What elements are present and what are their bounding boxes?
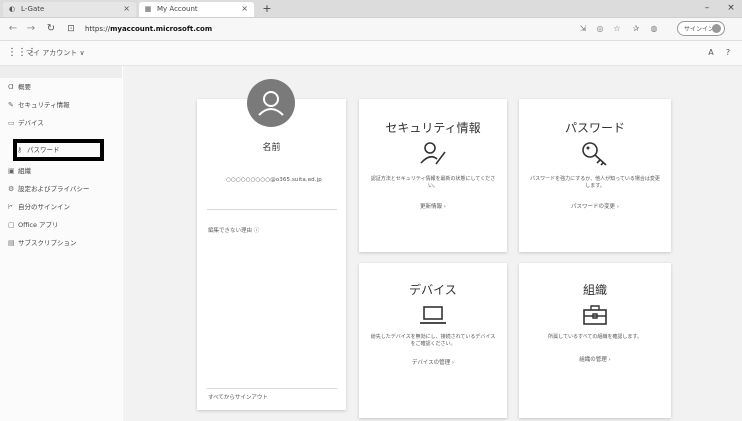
read-aloud-icon[interactable]: ⇲	[577, 22, 589, 36]
l-gate-favicon-icon: ◐	[8, 5, 16, 13]
url-host: myaccount.microsoft.com	[110, 25, 213, 33]
browser-tab-strip: ◐ L-Gate × ▦ My Account × + – ×	[0, 0, 742, 18]
tile-description: 認証方法とセキュリティ情報を最新の状態にしてください。	[370, 176, 496, 189]
sidebar-item-label: 概要	[18, 83, 31, 91]
minimize-button[interactable]: –	[698, 1, 716, 15]
avatar[interactable]	[247, 79, 295, 127]
change-password-link[interactable]: パスワードの変更 ›	[519, 202, 671, 210]
sidebar-item-label: サブスクリプション	[18, 239, 77, 247]
signin-icon: ꔵ	[8, 203, 13, 211]
profile-label: サインイン	[684, 26, 715, 33]
manage-devices-link[interactable]: デバイスの管理 ›	[359, 358, 507, 366]
sidebar-item-label: セキュリティ情報	[18, 101, 70, 109]
signout-everywhere-link[interactable]: すべてからサインアウト	[208, 393, 268, 401]
sidebar-item-overview[interactable]: Ɑ 概要	[8, 80, 120, 94]
tab-close-icon[interactable]: ×	[123, 2, 130, 16]
tile-title: 組織	[582, 283, 607, 297]
collections-icon[interactable]: ◍	[648, 22, 660, 36]
profile-divider	[207, 209, 337, 210]
favorites-icon[interactable]: ✰	[630, 22, 642, 36]
lock-icon: ⊡	[67, 24, 75, 34]
refresh-button[interactable]: ↻	[44, 21, 58, 37]
profile-email: ○○○○○○○○○@o365.suita.ed.jp	[226, 177, 322, 183]
tile-title: セキュリティ情報	[385, 121, 481, 135]
sidebar-item-office-apps[interactable]: ▢ Office アプリ	[8, 218, 120, 232]
profile-divider	[207, 388, 337, 389]
password-tile: パスワード パスワードを強力にするか、他人が知っている場合は変更します。 パスワ…	[519, 99, 671, 252]
sidebar-item-label: 設定およびプライバシー	[18, 185, 90, 193]
laptop-icon	[359, 304, 507, 326]
sidebar-item-security-info[interactable]: ✎ セキュリティ情報	[8, 98, 120, 112]
reader-icon[interactable]: ◎	[594, 22, 606, 36]
manage-organizations-link[interactable]: 組織の管理 ›	[519, 355, 671, 363]
address-bar: ← → ↻ ⊡ https://myaccount.microsoft.com …	[0, 18, 742, 41]
security-update-link[interactable]: 更新情報 ›	[359, 202, 507, 210]
gear-icon: ⚙	[8, 185, 15, 193]
forward-button[interactable]: →	[24, 21, 38, 37]
sidebar-item-label: 自分のサインイン	[18, 203, 70, 211]
security-info-tile: セキュリティ情報 認証方法とセキュリティ情報を最新の状態にしてください。 更新情…	[359, 99, 507, 252]
window-close-button[interactable]: ×	[722, 1, 740, 15]
sidebar-item-devices[interactable]: ▭ デバイス	[8, 116, 120, 130]
tile-title: デバイス	[409, 283, 457, 297]
tab-my-account[interactable]: ▦ My Account ×	[139, 2, 254, 17]
key-icon	[519, 140, 671, 166]
app-header: ⋮⋮⋮ マイ アカウント ∨ A ?	[0, 41, 742, 66]
tab-l-gate[interactable]: ◐ L-Gate ×	[3, 2, 136, 17]
profile-avatar-icon	[712, 24, 721, 33]
tab-title: My Account	[157, 5, 198, 13]
profile-button[interactable]: サインイン	[677, 21, 725, 36]
sidebar-item-label: デバイス	[18, 119, 44, 127]
url-prefix: https://	[85, 25, 111, 33]
sidebar-item-label: Office アプリ	[18, 221, 59, 229]
app-launcher-icon[interactable]: ⋮⋮⋮	[7, 47, 37, 59]
person-icon: Ɑ	[8, 83, 14, 91]
sidebar-item-label: 組織	[18, 167, 31, 175]
tile-description: 紛失したデバイスを無効にし、接続されているデバイスをご確認ください。	[370, 334, 496, 347]
new-tab-button[interactable]: +	[260, 2, 274, 16]
devices-tile: デバイス 紛失したデバイスを無効にし、接続されているデバイスをご確認ください。 …	[359, 263, 507, 418]
security-icon: ✎	[8, 101, 14, 109]
sidebar-item-settings-privacy[interactable]: ⚙ 設定およびプライバシー	[8, 182, 120, 196]
tile-title: パスワード	[564, 121, 625, 135]
organization-tile: 組織 所属しているすべての組織を確認します。 組織の管理 ›	[519, 263, 671, 418]
sidebar-item-organization[interactable]: ▣ 組織	[8, 164, 120, 178]
sidebar-item-subscriptions[interactable]: ▤ サブスクリプション	[8, 236, 120, 250]
profile-name: 名前	[262, 143, 281, 153]
password-highlight-box	[13, 139, 104, 161]
briefcase-icon: ▣	[8, 167, 15, 175]
back-button[interactable]: ←	[6, 21, 20, 37]
tab-close-icon[interactable]: ×	[241, 2, 248, 16]
security-person-icon	[359, 140, 507, 166]
cannot-edit-note[interactable]: 編集できない理由 ⓘ	[208, 226, 259, 234]
subscription-icon: ▤	[8, 239, 15, 247]
tile-description: パスワードを強力にするか、他人が知っている場合は変更します。	[530, 176, 660, 189]
briefcase-icon	[519, 304, 671, 326]
microsoft-favicon-icon: ▦	[144, 5, 152, 13]
device-icon: ▭	[8, 119, 15, 127]
favorite-star-icon[interactable]: ☆	[611, 22, 623, 36]
tile-description: 所属しているすべての組織を確認します。	[548, 334, 642, 340]
office-icon: ▢	[8, 221, 15, 229]
url-field[interactable]: https://myaccount.microsoft.com	[85, 22, 505, 36]
settings-icon[interactable]: A	[705, 47, 717, 59]
tab-title: L-Gate	[21, 5, 45, 13]
sidebar-collapse-strip[interactable]	[0, 66, 122, 78]
app-title[interactable]: マイ アカウント ∨	[26, 46, 85, 60]
sidebar-item-my-signins[interactable]: ꔵ 自分のサインイン	[8, 200, 120, 214]
help-icon[interactable]: ?	[722, 47, 734, 59]
avatar-person-icon	[258, 91, 284, 116]
